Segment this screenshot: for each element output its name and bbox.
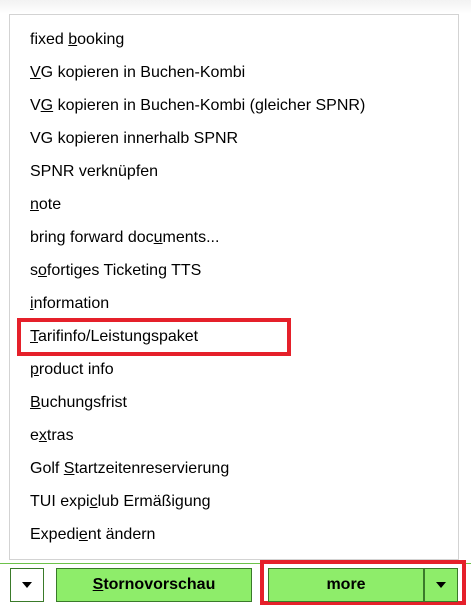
menu-item-buchungsfrist[interactable]: Buchungsfrist bbox=[30, 388, 127, 418]
highlight-tarifinfo bbox=[17, 318, 291, 356]
stornovorschau-button[interactable]: Stornovorschau bbox=[56, 568, 252, 602]
menu-item-spnr-verknuepfen[interactable]: SPNR verknüpfen bbox=[30, 157, 158, 187]
menu-item-vg-kopieren-gleicher-spnr[interactable]: VG kopieren in Buchen-Kombi (gleicher SP… bbox=[30, 91, 365, 121]
menu-item-golf-startzeiten[interactable]: Golf Startzeitenreservierung bbox=[30, 454, 229, 484]
dropdown-toggle-left[interactable] bbox=[10, 568, 44, 602]
menu-item-product-info[interactable]: product info bbox=[30, 355, 114, 385]
more-button[interactable]: more bbox=[268, 568, 424, 602]
menu-item-vg-kopieren-buchen-kombi[interactable]: VG kopieren in Buchen-Kombi bbox=[30, 58, 245, 88]
menu-item-note[interactable]: note bbox=[30, 190, 61, 220]
menu-item-tui-expiclub[interactable]: TUI expiclub Ermäßigung bbox=[30, 487, 211, 517]
chevron-down-icon bbox=[22, 582, 32, 588]
menu-item-information[interactable]: information bbox=[30, 289, 109, 319]
menu-item-sofortiges-ticketing[interactable]: sofortiges Ticketing TTS bbox=[30, 256, 201, 286]
menu-item-extras[interactable]: extras bbox=[30, 421, 74, 451]
more-dropdown-toggle[interactable] bbox=[424, 568, 458, 602]
top-shadow bbox=[0, 0, 471, 14]
menu-item-vg-kopieren-innerhalb-spnr[interactable]: VG kopieren innerhalb SPNR bbox=[30, 124, 238, 154]
menu-item-fixed-booking[interactable]: fixed booking bbox=[30, 25, 124, 55]
menu-item-bring-forward-documents[interactable]: bring forward documents... bbox=[30, 223, 219, 253]
chevron-down-icon bbox=[436, 582, 446, 588]
menu-item-expedient-aendern[interactable]: Expedient ändern bbox=[30, 520, 155, 550]
context-menu: fixed booking VG kopieren in Buchen-Komb… bbox=[9, 14, 459, 560]
